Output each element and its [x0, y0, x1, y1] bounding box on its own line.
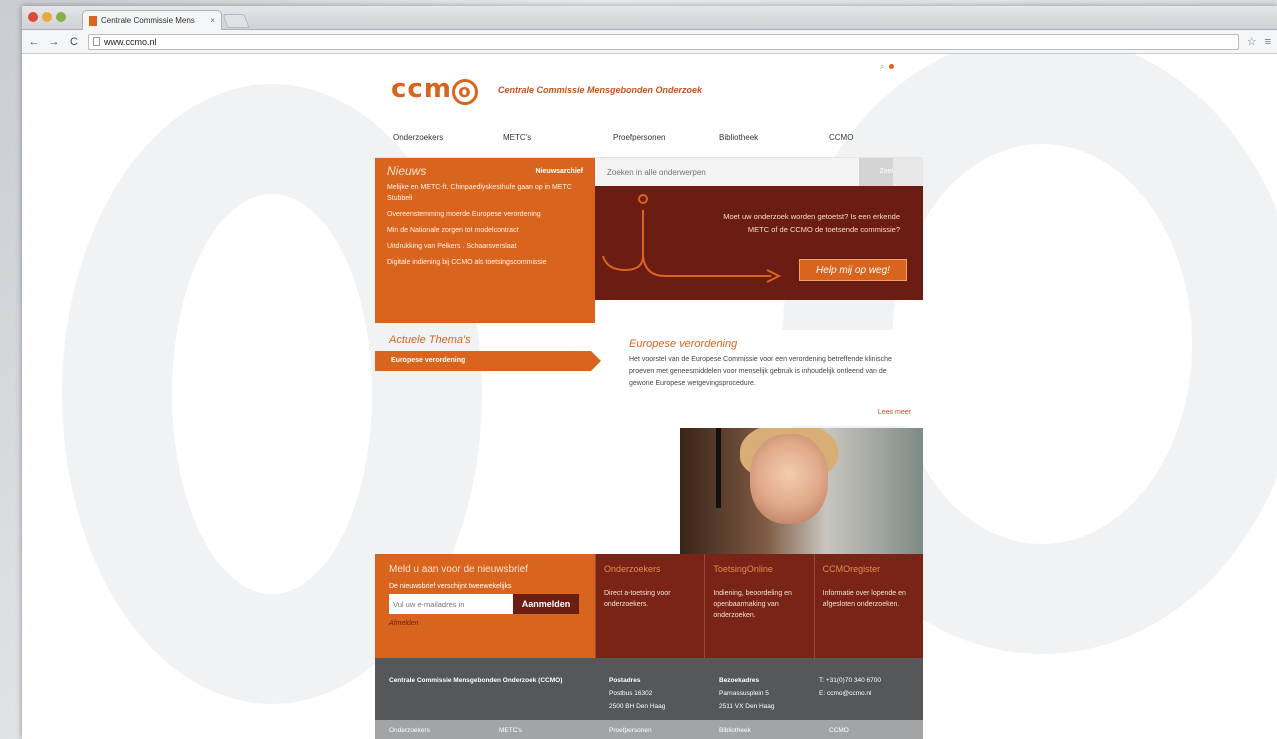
- footer-nav-item[interactable]: Proefpersonen: [609, 727, 719, 734]
- close-window-button[interactable]: [28, 12, 38, 22]
- promo-row: Meld u aan voor de nieuwsbrief De nieuws…: [375, 554, 923, 658]
- info-column-text: Direct a-toetsing voor onderzoekers.: [604, 590, 671, 608]
- article-title[interactable]: Europese verordening: [629, 338, 909, 350]
- logo-o: o: [451, 79, 478, 105]
- info-column-toetsingonline[interactable]: ToetsingOnline Indiening, beoordeling en…: [704, 554, 814, 658]
- title-bar: Centrale Commissie Mens ×: [22, 6, 1277, 30]
- site-header: ccm o Centrale Commissie Mensgebonden Ond…: [375, 54, 923, 118]
- address-bar[interactable]: www.ccmo.nl: [88, 33, 1239, 50]
- photo-cord: [716, 428, 721, 508]
- favicon-icon: [89, 15, 97, 26]
- footer-visit-title: Bezoekadres: [719, 677, 760, 684]
- footer-postal-line: Postbus 16302: [609, 690, 653, 697]
- reload-icon[interactable]: C: [68, 36, 80, 48]
- zoom-window-button[interactable]: [56, 12, 66, 22]
- photo-face: [750, 434, 828, 524]
- nav-item-bibliotheek[interactable]: Bibliotheek: [719, 133, 829, 142]
- featured-article: Europese verordening Het voorstel van de…: [615, 330, 923, 426]
- logo-text: ccm: [391, 74, 452, 104]
- footer-visit: Bezoekadres Parnassusplein 5 2511 VX Den…: [719, 674, 819, 710]
- window-controls: [28, 12, 66, 22]
- unsubscribe-link[interactable]: Afmelden: [389, 620, 581, 627]
- news-item[interactable]: Digitale indiening bij CCMO als toetsing…: [387, 257, 583, 268]
- tab-close-icon[interactable]: ×: [210, 16, 215, 25]
- nav-item-onderzoekers[interactable]: Onderzoekers: [393, 133, 503, 142]
- search-input[interactable]: [595, 158, 859, 186]
- news-item[interactable]: Min de Nationale zorgen tot modelcontrac…: [387, 225, 583, 236]
- news-item[interactable]: Overeenstemming moerde Europese verorden…: [387, 209, 583, 220]
- i-arrow-graphic: [602, 194, 782, 283]
- footer-postal-title: Postadres: [609, 677, 641, 684]
- browser-tab[interactable]: Centrale Commissie Mens ×: [82, 10, 222, 30]
- footer-email[interactable]: E: ccmo@ccmo.nl: [819, 690, 871, 697]
- subscribe-button[interactable]: Aanmelden: [513, 594, 579, 614]
- page-viewport: ccm o Centrale Commissie Mensgebonden Ond…: [22, 54, 1277, 739]
- newsletter-subtitle: De nieuwsbrief verschijnt tweewekelijks: [389, 583, 512, 590]
- info-column-text: Indiening, beoordeling en openbaarmaking…: [713, 590, 792, 619]
- info-column-text: Informatie over lopende en afgesloten on…: [822, 590, 906, 608]
- article-body: Het voorstel van de Europese Commissie v…: [629, 356, 892, 387]
- tab-title: Centrale Commissie Mens: [101, 16, 195, 25]
- forward-icon[interactable]: →: [48, 36, 60, 48]
- search-button[interactable]: Zoek: [859, 158, 923, 186]
- search-icon[interactable]: ⌕: [880, 62, 884, 72]
- theme-item-europese-verordening[interactable]: Europese verordening: [375, 351, 601, 371]
- site-page: ccm o Centrale Commissie Mensgebonden Ond…: [375, 54, 923, 739]
- footer-nav-item[interactable]: CCMO: [829, 727, 849, 734]
- info-column-title: ToetsingOnline: [713, 564, 773, 574]
- main-content: Nieuws Nieuwsarchief Melijke en METC-ft.…: [375, 158, 923, 739]
- nav-item-proefpersonen[interactable]: Proefpersonen: [613, 133, 719, 142]
- footer-nav-item[interactable]: METC's: [499, 727, 609, 734]
- footer-org: Centrale Commissie Mensgebonden Onderzoe…: [389, 677, 563, 684]
- news-panel: Nieuws Nieuwsarchief Melijke en METC-ft.…: [375, 158, 595, 323]
- news-item[interactable]: Melijke en METC-ft. Chinpaedlyskesthufe …: [387, 182, 583, 204]
- search-bar: Zoek: [595, 158, 923, 186]
- back-icon[interactable]: ←: [28, 36, 40, 48]
- newsletter-form: Aanmelden: [389, 594, 581, 614]
- footer-nav-item[interactable]: Onderzoekers: [389, 727, 499, 734]
- news-archive-link[interactable]: Nieuwsarchief: [536, 168, 583, 175]
- info-column-onderzoekers[interactable]: Onderzoekers Direct a-toetsing voor onde…: [595, 554, 705, 658]
- footer-postal: Postadres Postbus 16302 2500 BH Den Haag: [609, 674, 719, 710]
- nav-item-metcs[interactable]: METC's: [503, 133, 613, 142]
- themes-panel: Actuele Thema's Europese verordening: [375, 331, 601, 371]
- footer-nav-item[interactable]: Bibliotheek: [719, 727, 829, 734]
- minimize-window-button[interactable]: [42, 12, 52, 22]
- newsletter-box: Meld u aan voor de nieuwsbrief De nieuws…: [375, 554, 595, 658]
- newsletter-title: Meld u aan voor de nieuwsbrief: [389, 564, 528, 575]
- ccmo-logo[interactable]: ccm o: [391, 74, 478, 105]
- footer-postal-line: 2500 BH Den Haag: [609, 703, 666, 710]
- site-footer: Centrale Commissie Mensgebonden Onderzoe…: [375, 658, 923, 720]
- site-tagline: Centrale Commissie Mensgebonden Onderzoe…: [498, 85, 703, 95]
- news-title: Nieuws: [387, 164, 427, 178]
- child-photo: [680, 428, 923, 554]
- footer-phone: T: +31(0)70 340 6700: [819, 677, 881, 684]
- info-column-title: Onderzoekers: [604, 564, 661, 574]
- hero-question: Moet uw onderzoek worden getoetst? Is ee…: [723, 212, 900, 234]
- browser-window: Centrale Commissie Mens × ← → C www.ccmo…: [22, 6, 1277, 739]
- header-tools: ⌕: [880, 62, 895, 72]
- nav-item-ccmo[interactable]: CCMO: [829, 133, 853, 142]
- bookmark-star-icon[interactable]: ☆: [1247, 35, 1257, 48]
- main-navigation: Onderzoekers METC's Proefpersonen Biblio…: [375, 118, 923, 158]
- browser-menu-icon[interactable]: ≡: [1265, 36, 1271, 48]
- help-me-button[interactable]: Help mij op weg!: [799, 259, 907, 281]
- email-field[interactable]: [389, 594, 513, 614]
- footer-visit-line: Parnassusplein 5: [719, 690, 769, 697]
- rss-icon[interactable]: [889, 64, 895, 69]
- page-icon: [93, 37, 100, 46]
- info-column-title: CCMOregister: [822, 564, 881, 574]
- footer-contact: T: +31(0)70 340 6700 E: ccmo@ccmo.nl: [819, 674, 909, 704]
- themes-title: Actuele Thema's: [389, 334, 471, 346]
- url-text: www.ccmo.nl: [104, 36, 157, 47]
- new-tab-button[interactable]: [222, 14, 250, 28]
- news-item[interactable]: Uitdrukking van Pelkers . Schaarsverslaa…: [387, 241, 583, 252]
- browser-toolbar: ← → C www.ccmo.nl ☆ ≡: [22, 30, 1277, 54]
- info-column-ccmoregister[interactable]: CCMOregister Informatie over lopende en …: [813, 554, 923, 658]
- hero-banner: Moet uw onderzoek worden getoetst? Is ee…: [595, 186, 923, 300]
- footer-visit-line: 2511 VX Den Haag: [719, 703, 775, 710]
- read-more-link[interactable]: Lees meer: [878, 409, 911, 416]
- footer-nav: Onderzoekers METC's Proefpersonen Biblio…: [375, 720, 923, 739]
